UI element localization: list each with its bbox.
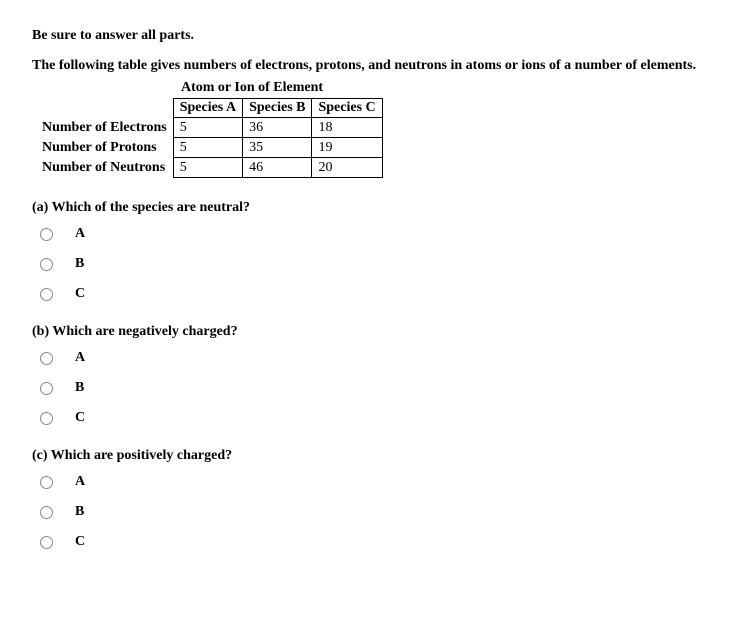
- option-label: C: [75, 534, 85, 550]
- cell-electrons-b: 36: [243, 118, 312, 138]
- option-label: B: [75, 256, 84, 272]
- table-caption: Atom or Ion of Element: [42, 80, 462, 96]
- option-c-c[interactable]: C: [40, 534, 697, 550]
- col-header-b: Species B: [243, 99, 312, 118]
- radio-icon[interactable]: [40, 506, 53, 519]
- option-label: A: [75, 226, 85, 242]
- radio-icon[interactable]: [40, 412, 53, 425]
- col-header-c: Species C: [312, 99, 382, 118]
- question-a: (a) Which of the species are neutral? A …: [32, 200, 697, 302]
- option-label: B: [75, 504, 84, 520]
- species-table-wrap: Atom or Ion of Element Species A Species…: [32, 80, 697, 178]
- question-c: (c) Which are positively charged? A B C: [32, 448, 697, 550]
- cell-protons-b: 35: [243, 138, 312, 158]
- cell-electrons-a: 5: [173, 118, 242, 138]
- table-row: Number of Electrons 5 36 18: [42, 118, 382, 138]
- option-b-a[interactable]: A: [40, 350, 697, 366]
- radio-icon[interactable]: [40, 382, 53, 395]
- radio-icon[interactable]: [40, 288, 53, 301]
- description-line: The following table gives numbers of ele…: [32, 58, 697, 74]
- radio-icon[interactable]: [40, 352, 53, 365]
- question-c-prompt: (c) Which are positively charged?: [32, 448, 697, 464]
- species-table: Species A Species B Species C Number of …: [42, 98, 383, 178]
- option-c-b[interactable]: B: [40, 504, 697, 520]
- option-label: B: [75, 380, 84, 396]
- radio-icon[interactable]: [40, 476, 53, 489]
- table-header-row: Species A Species B Species C: [42, 99, 382, 118]
- question-a-options: A B C: [40, 226, 697, 302]
- radio-icon[interactable]: [40, 258, 53, 271]
- cell-protons-c: 19: [312, 138, 382, 158]
- question-b-prompt: (b) Which are negatively charged?: [32, 324, 697, 340]
- question-a-prompt: (a) Which of the species are neutral?: [32, 200, 697, 216]
- option-a-b[interactable]: B: [40, 256, 697, 272]
- row-label-electrons: Number of Electrons: [42, 118, 173, 138]
- option-b-c[interactable]: C: [40, 410, 697, 426]
- option-c-a[interactable]: A: [40, 474, 697, 490]
- table-row: Number of Protons 5 35 19: [42, 138, 382, 158]
- option-label: C: [75, 286, 85, 302]
- table-row: Number of Neutrons 5 46 20: [42, 158, 382, 178]
- option-label: A: [75, 474, 85, 490]
- question-b: (b) Which are negatively charged? A B C: [32, 324, 697, 426]
- option-b-b[interactable]: B: [40, 380, 697, 396]
- cell-neutrons-c: 20: [312, 158, 382, 178]
- instruction-line: Be sure to answer all parts.: [32, 28, 697, 44]
- radio-icon[interactable]: [40, 228, 53, 241]
- option-label: C: [75, 410, 85, 426]
- radio-icon[interactable]: [40, 536, 53, 549]
- question-c-options: A B C: [40, 474, 697, 550]
- row-label-protons: Number of Protons: [42, 138, 173, 158]
- question-b-options: A B C: [40, 350, 697, 426]
- cell-neutrons-b: 46: [243, 158, 312, 178]
- option-a-a[interactable]: A: [40, 226, 697, 242]
- option-a-c[interactable]: C: [40, 286, 697, 302]
- table-corner-blank: [42, 99, 173, 118]
- cell-electrons-c: 18: [312, 118, 382, 138]
- col-header-a: Species A: [173, 99, 242, 118]
- cell-neutrons-a: 5: [173, 158, 242, 178]
- cell-protons-a: 5: [173, 138, 242, 158]
- option-label: A: [75, 350, 85, 366]
- row-label-neutrons: Number of Neutrons: [42, 158, 173, 178]
